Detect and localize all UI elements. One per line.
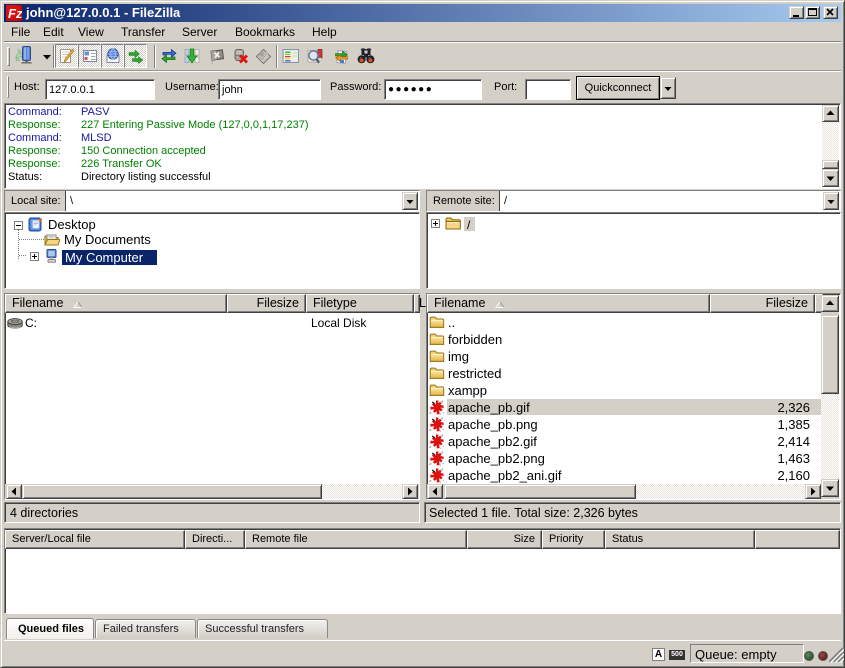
svg-text:Fz: Fz [8, 6, 22, 21]
